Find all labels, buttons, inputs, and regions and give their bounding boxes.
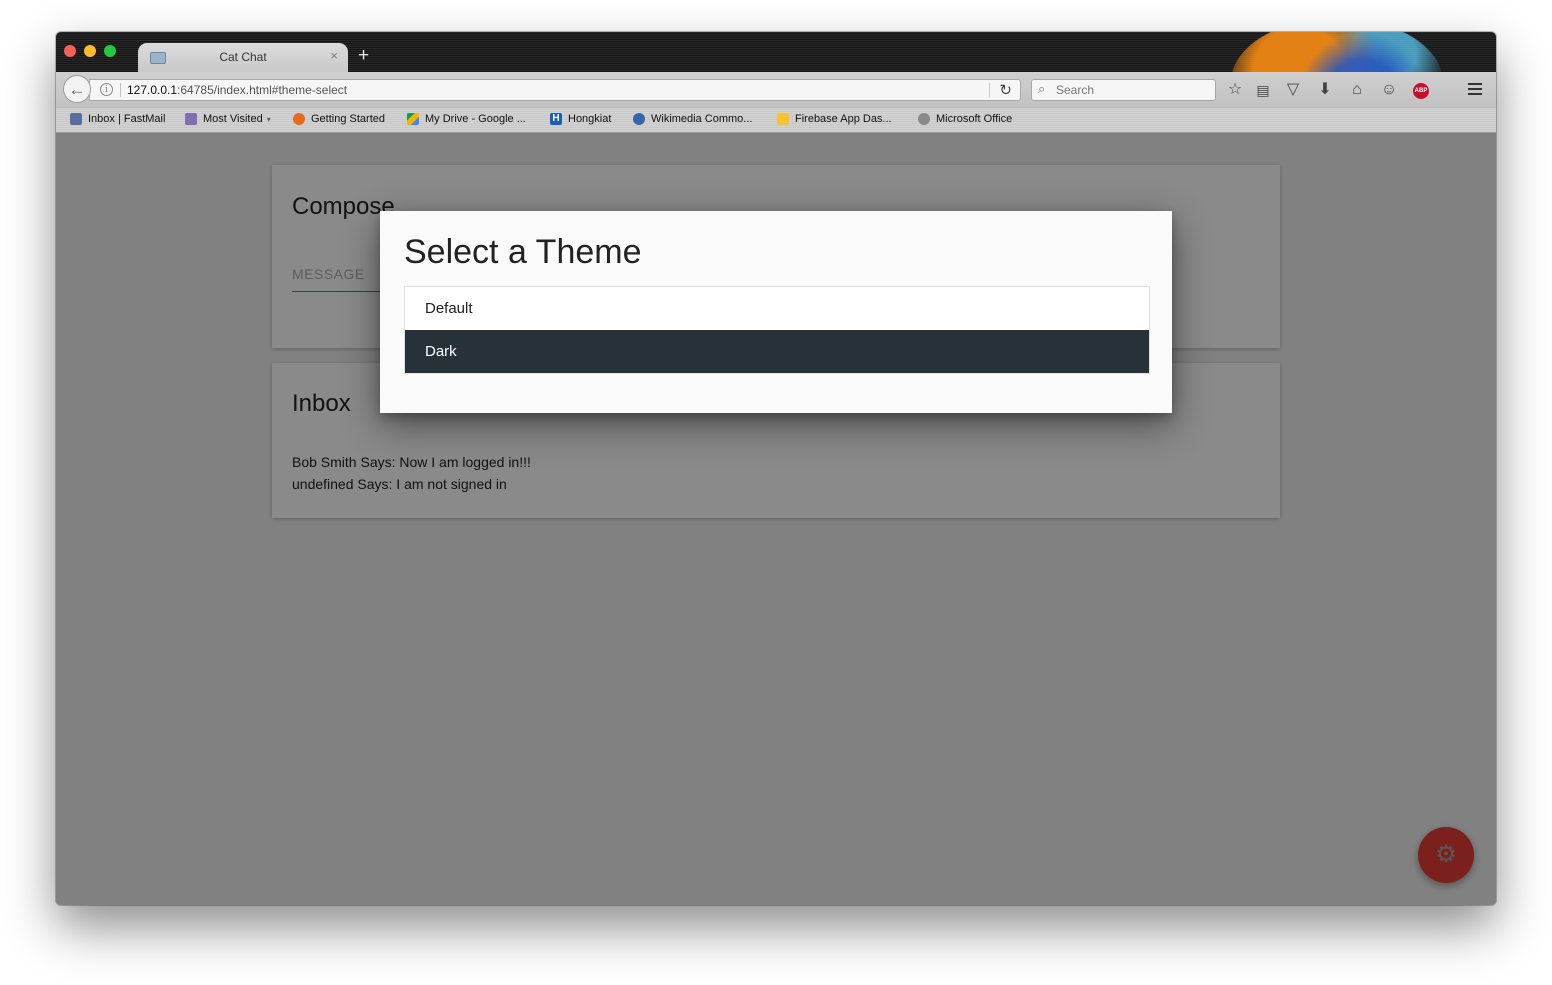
theme-list: Default Dark (404, 286, 1150, 374)
firebase-icon (777, 113, 789, 125)
bookmark-wikimedia[interactable]: Wikimedia Commo... (633, 113, 752, 125)
search-bar[interactable]: ⌕ (1031, 79, 1216, 101)
bookmark-microsoft-office[interactable]: Microsoft Office (918, 113, 1012, 125)
bookmarks-toolbar: Inbox | FastMail Most Visited ▾ Getting S… (56, 108, 1496, 133)
url-text[interactable]: 127.0.0.1:64785/index.html#theme-select (127, 83, 347, 97)
hongkiat-icon: H (550, 113, 562, 125)
bookmark-label: Firebase App Das... (795, 113, 892, 125)
wikimedia-icon (633, 113, 645, 125)
fastmail-icon (70, 113, 82, 125)
pocket-icon[interactable]: ▽ (1282, 79, 1304, 101)
chevron-down-icon: ▾ (266, 114, 271, 124)
bookmark-getting-started[interactable]: Getting Started (293, 113, 385, 125)
hamburger-menu-icon[interactable] (1464, 80, 1486, 100)
url-separator (120, 83, 121, 97)
dialog-title: Select a Theme (404, 233, 642, 271)
bookmark-label: Hongkiat (568, 113, 612, 125)
close-tab-icon[interactable]: × (330, 48, 338, 63)
url-path: :64785/index.html#theme-select (177, 83, 348, 97)
tab-title: Cat Chat (219, 50, 267, 64)
adblock-plus-icon[interactable]: ABP (1413, 83, 1429, 99)
bookmark-google-drive[interactable]: My Drive - Google ... (407, 113, 526, 125)
minimize-window-button[interactable] (84, 45, 96, 57)
bookmark-star-icon[interactable]: ☆ (1224, 79, 1246, 101)
downloads-icon[interactable]: ⬇ (1314, 79, 1336, 101)
bookmark-firebase[interactable]: Firebase App Das... (777, 113, 892, 125)
bookmark-label: Most Visited (203, 113, 263, 125)
google-drive-icon (407, 113, 419, 125)
hello-chat-icon[interactable]: ☺ (1378, 79, 1400, 101)
theme-option-dark[interactable]: Dark (405, 330, 1149, 373)
tab-cat-chat[interactable]: Cat Chat × (138, 43, 348, 72)
zoom-window-button[interactable] (104, 45, 116, 57)
browser-window: Cat Chat × + i 127.0.0.1:64785/index.htm… (56, 32, 1496, 905)
tab-strip: Cat Chat × + (56, 32, 1496, 146)
search-icon: ⌕ (1038, 81, 1046, 96)
bookmark-label: My Drive - Google ... (425, 113, 526, 125)
url-bar[interactable]: i 127.0.0.1:64785/index.html#theme-selec… (89, 79, 1021, 101)
navigation-bar: i 127.0.0.1:64785/index.html#theme-selec… (56, 72, 1496, 108)
close-window-button[interactable] (64, 45, 76, 57)
theme-select-dialog: Select a Theme Default Dark (380, 211, 1172, 413)
home-icon[interactable]: ⌂ (1346, 79, 1368, 101)
search-input[interactable] (1056, 81, 1206, 99)
bookmarks-menu-icon[interactable]: ▤ (1252, 79, 1274, 101)
page-content: Compose Inbox Bob Smith Says: Now I am l… (56, 133, 1496, 905)
bookmark-hongkiat[interactable]: H Hongkiat (550, 113, 611, 125)
bookmark-label: Inbox | FastMail (88, 113, 166, 125)
most-visited-icon (185, 113, 197, 125)
back-arrow-icon: ← (68, 80, 86, 99)
url-host: 127.0.0.1 (127, 83, 178, 97)
bookmark-fastmail[interactable]: Inbox | FastMail (70, 113, 165, 125)
firefox-icon (293, 113, 305, 125)
bookmark-most-visited[interactable]: Most Visited ▾ (185, 113, 271, 125)
bookmark-label: Wikimedia Commo... (651, 113, 753, 125)
reload-icon[interactable]: ↻ (999, 81, 1012, 99)
site-info-icon[interactable]: i (100, 83, 113, 96)
new-tab-button[interactable]: + (358, 46, 369, 65)
bookmark-label: Getting Started (311, 113, 385, 125)
bookmark-label: Microsoft Office (936, 113, 1013, 125)
reload-separator (989, 83, 990, 97)
globe-icon (918, 113, 930, 125)
theme-option-default[interactable]: Default (405, 287, 1149, 330)
back-button[interactable]: ← (63, 75, 91, 103)
